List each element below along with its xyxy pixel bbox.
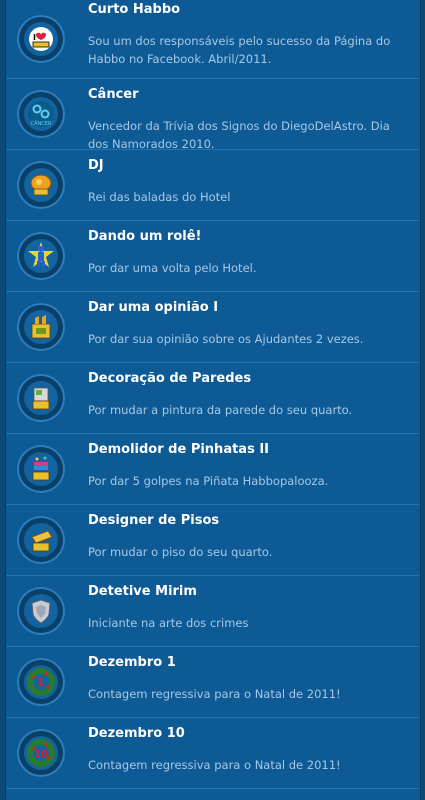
badge-description: Sou um dos responsáveis pelo sucesso da … [88, 34, 391, 66]
wreath-1-badge-icon: 1 [24, 665, 58, 699]
cancer-icon-label: CÂNCER [31, 120, 52, 127]
badge-row[interactable]: CÂNCER Câncer Vencedor da Trívia dos Sig… [6, 79, 420, 151]
badge-title: Demolidor de Pinhatas II [88, 442, 270, 457]
badge-title: Dezembro 10 [88, 726, 185, 741]
badge-row[interactable]: Demolidor de Pinhatas II Por dar 5 golpe… [6, 434, 420, 505]
badge-title: Decoração de Paredes [88, 371, 252, 386]
badge-icon-frame [17, 232, 65, 280]
badge-icon-frame [17, 587, 65, 635]
wreath-10-badge-icon: 10 [24, 736, 58, 770]
badge-title: Câncer [88, 87, 139, 102]
badge-icon-frame [17, 516, 65, 564]
badge-description: Iniciante na arte dos crimes [88, 616, 249, 630]
badge-description: Vencedor da Trívia dos Signos do DiegoDe… [88, 119, 390, 151]
badge-list[interactable]: I Curto Habbo Sou um dos responsáveis pe… [5, 0, 421, 800]
paint-bucket-badge-icon [24, 381, 58, 415]
badge-icon-frame [17, 374, 65, 422]
badge-row[interactable]: I Curto Habbo Sou um dos responsáveis pe… [6, 0, 420, 79]
wreath-number: 10 [34, 749, 48, 760]
badge-icon-frame: I [17, 15, 65, 63]
badge-title: Dando um rolê! [88, 229, 202, 244]
dj-badge-icon [24, 168, 58, 202]
badge-title: DJ [88, 158, 104, 173]
badge-title: Detetive Mirim [88, 584, 197, 599]
badge-icon-frame: 10 [17, 729, 65, 777]
badge-title: Designer de Pisos [88, 513, 220, 528]
like-badge-icon: I [24, 22, 58, 56]
badge-title: Dezembro 1 [88, 655, 176, 670]
badge-row[interactable]: Detetive Mirim Iniciante na arte dos cri… [6, 576, 420, 647]
badge-icon-frame: 1 [17, 658, 65, 706]
badge-icon-frame: CÂNCER [17, 90, 65, 138]
badge-row[interactable]: Dando um rolê! Por dar uma volta pelo Ho… [6, 221, 420, 292]
cancer-sign-icon: CÂNCER [24, 97, 58, 131]
badge-description: Por dar 5 golpes na Piñata Habbopalooza. [88, 474, 329, 488]
badge-description: Rei das baladas do Hotel [88, 190, 231, 204]
badge-description: Contagem regressiva para o Natal de 2011… [88, 758, 341, 772]
thumbs-up-badge-icon [24, 310, 58, 344]
badge-description: Por mudar a pintura da parede do seu qua… [88, 403, 353, 417]
badge-row[interactable]: DJ Rei das baladas do Hotel [6, 150, 420, 221]
walker-badge-icon [24, 239, 58, 273]
badge-icon-frame [17, 445, 65, 493]
badge-description: Por mudar o piso do seu quarto. [88, 545, 273, 559]
svg-text:I: I [33, 33, 36, 42]
wreath-number: 1 [37, 676, 45, 689]
badge-row[interactable]: Dar uma opinião I Por dar sua opinião so… [6, 292, 420, 363]
detective-shield-icon [24, 594, 58, 628]
badge-icon-frame [17, 303, 65, 351]
badge-row[interactable]: Decoração de Paredes Por mudar a pintura… [6, 363, 420, 434]
badge-list-window: I Curto Habbo Sou um dos responsáveis pe… [0, 0, 425, 800]
badge-description: Por dar uma volta pelo Hotel. [88, 261, 257, 275]
badge-row[interactable]: 10 Dezembro 10 Contagem regressiva para … [6, 718, 420, 789]
pinata-badge-icon [24, 452, 58, 486]
badge-title: Dar uma opinião I [88, 300, 219, 315]
badge-description: Por dar sua opinião sobre os Ajudantes 2… [88, 332, 364, 346]
badge-row[interactable]: 1 Dezembro 1 Contagem regressiva para o … [6, 647, 420, 718]
badge-description: Contagem regressiva para o Natal de 2011… [88, 687, 341, 701]
badge-title: Curto Habbo [88, 2, 181, 17]
badge-row[interactable]: Designer de Pisos Por mudar o piso do se… [6, 505, 420, 576]
badge-icon-frame [17, 161, 65, 209]
floor-tile-badge-icon [24, 523, 58, 557]
